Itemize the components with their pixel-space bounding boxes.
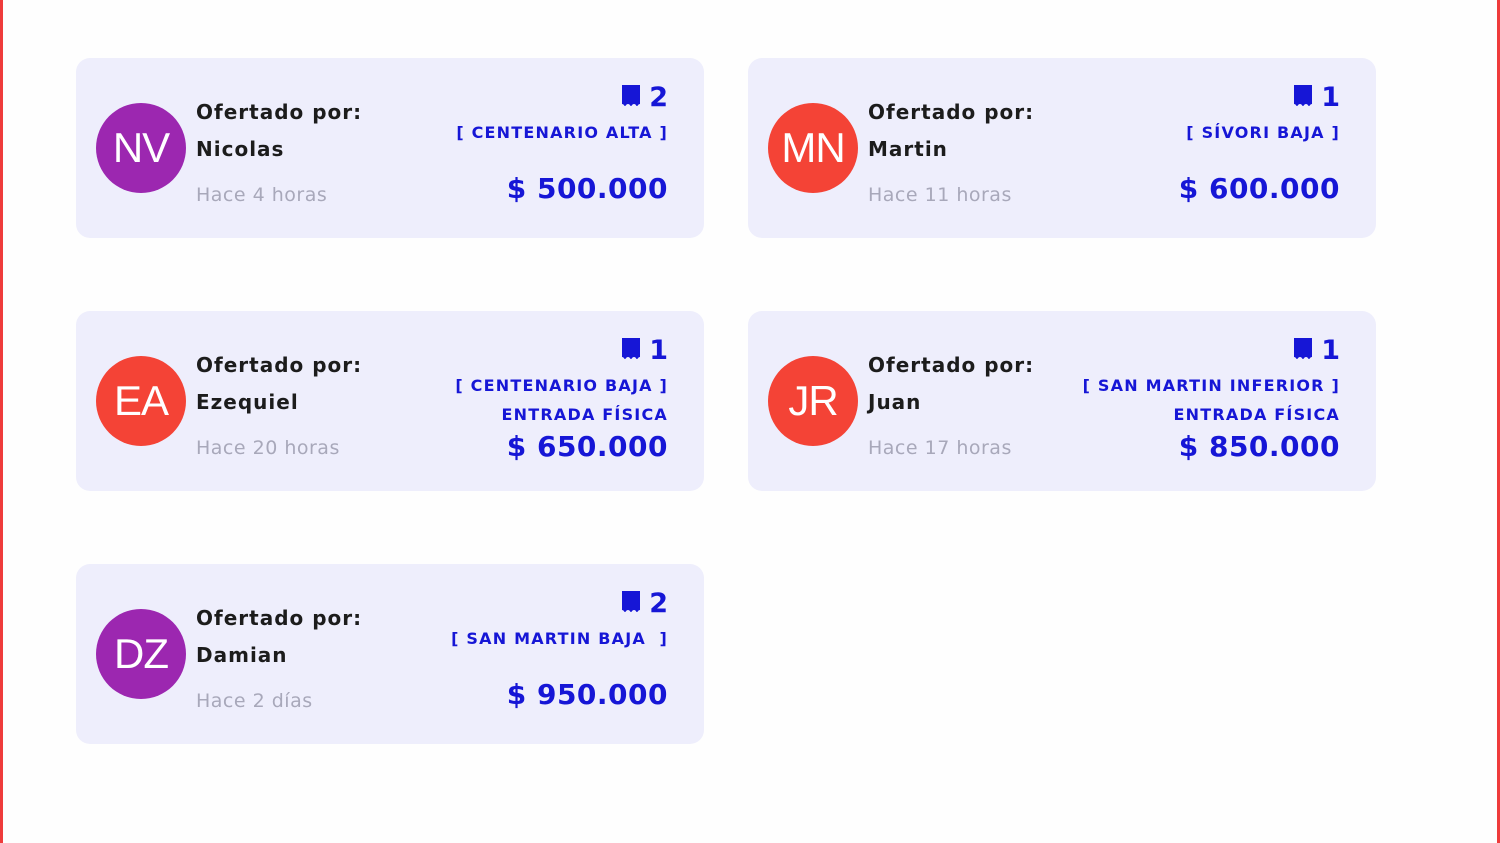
- offer-card-damian[interactable]: DZ Ofertado por: Damian Hace 2 días 2 [ …: [76, 564, 704, 744]
- avatar: DZ: [96, 609, 186, 699]
- sector-label: [ SAN MARTIN BAJA ]: [451, 629, 668, 648]
- ticket-count-row: 1: [1179, 81, 1340, 113]
- ticket-icon: [1293, 84, 1313, 110]
- ticket-count-row: 2: [451, 587, 668, 619]
- ticket-icon: [621, 337, 641, 363]
- sector-label: [ SAN MARTIN INFERIOR ]: [1082, 376, 1340, 395]
- offer-card-ezequiel[interactable]: EA Ofertado por: Ezequiel Hace 20 horas …: [76, 311, 704, 491]
- time-ago: Hace 17 horas: [868, 437, 1012, 459]
- ticket-count-row: 1: [1083, 334, 1340, 366]
- offer-price: $ 600.000: [1178, 172, 1340, 205]
- avatar: EA: [96, 356, 186, 446]
- ticket-count: 1: [1321, 81, 1340, 113]
- time-ago: Hace 2 días: [196, 690, 313, 712]
- ticket-count: 1: [649, 334, 668, 366]
- ticket-count-row: 1: [455, 334, 668, 366]
- offer-price: $ 650.000: [506, 430, 668, 463]
- ticket-icon: [1293, 337, 1313, 363]
- ticket-count: 2: [649, 587, 668, 619]
- offered-by-label: Ofertado por:: [868, 100, 1035, 124]
- user-name: Ezequiel: [196, 390, 299, 414]
- sector-label: [ SÍVORI BAJA ]: [1186, 123, 1340, 142]
- avatar: MN: [768, 103, 858, 193]
- ticket-count: 2: [649, 81, 668, 113]
- ticket-icon: [621, 590, 641, 616]
- ticket-icon: [621, 84, 641, 110]
- entry-type-label: ENTRADA FÍSICA: [501, 405, 668, 424]
- user-name: Juan: [868, 390, 922, 414]
- page-edge-left: [0, 0, 3, 843]
- user-name: Martin: [868, 137, 948, 161]
- offer-card-martin[interactable]: MN Ofertado por: Martin Hace 11 horas 1 …: [748, 58, 1376, 238]
- offers-grid: NV Ofertado por: Nicolas Hace 4 horas 2 …: [76, 58, 1376, 744]
- offer-details: 2 [ SAN MARTIN BAJA ] $ 950.000: [451, 587, 668, 712]
- offer-details: 1 [ CENTENARIO BAJA ] ENTRADA FÍSICA $ 6…: [455, 334, 668, 464]
- time-ago: Hace 11 horas: [868, 184, 1012, 206]
- ticket-count-row: 2: [456, 81, 668, 113]
- sector-label: [ CENTENARIO ALTA ]: [456, 123, 668, 142]
- offer-details: 1 [ SAN MARTIN INFERIOR ] ENTRADA FÍSICA…: [1082, 334, 1340, 464]
- time-ago: Hace 4 horas: [196, 184, 328, 206]
- sector-label: [ CENTENARIO BAJA ]: [455, 376, 668, 395]
- user-name: Damian: [196, 643, 288, 667]
- offered-by-label: Ofertado por:: [196, 606, 363, 630]
- offer-price: $ 950.000: [506, 678, 668, 711]
- offered-by-label: Ofertado por:: [868, 353, 1035, 377]
- entry-type-label: ENTRADA FÍSICA: [1173, 405, 1340, 424]
- time-ago: Hace 20 horas: [196, 437, 340, 459]
- user-name: Nicolas: [196, 137, 285, 161]
- offer-card-juan[interactable]: JR Ofertado por: Juan Hace 17 horas 1 [ …: [748, 311, 1376, 491]
- offer-details: 1 [ SÍVORI BAJA ] $ 600.000: [1178, 81, 1340, 206]
- avatar: NV: [96, 103, 186, 193]
- offer-details: 2 [ CENTENARIO ALTA ] $ 500.000: [456, 81, 668, 206]
- offer-price: $ 850.000: [1178, 430, 1340, 463]
- offer-price: $ 500.000: [506, 172, 668, 205]
- avatar: JR: [768, 356, 858, 446]
- offer-card-nicolas[interactable]: NV Ofertado por: Nicolas Hace 4 horas 2 …: [76, 58, 704, 238]
- offered-by-label: Ofertado por:: [196, 100, 363, 124]
- ticket-count: 1: [1321, 334, 1340, 366]
- offered-by-label: Ofertado por:: [196, 353, 363, 377]
